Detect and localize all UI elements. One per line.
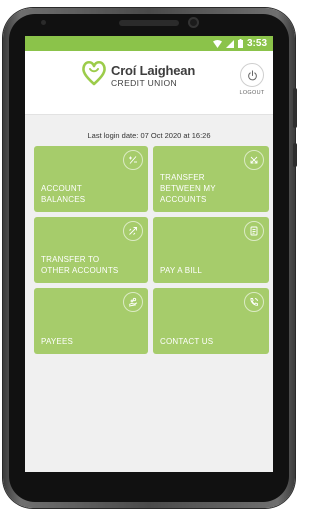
logo: Croí Laighean CREDIT UNION — [81, 59, 195, 92]
power-icon — [240, 63, 264, 87]
tile-label: TRANSFER BETWEEN MY ACCOUNTS — [160, 173, 216, 204]
status-bar: 3:53 — [25, 36, 273, 51]
status-time: 3:53 — [246, 38, 267, 49]
app-screen: 3:53 Croí Laighean CREDIT UNION LOGOUT L… — [25, 36, 273, 472]
power-button — [293, 143, 297, 167]
phone-icon — [244, 292, 264, 312]
tile-label: PAYEES — [41, 337, 74, 346]
tile-pay-a-bill[interactable]: PAY A BILL — [153, 217, 269, 283]
battery-icon — [237, 39, 243, 48]
logo-name: Croí Laighean — [111, 62, 196, 78]
heart-logo-icon — [81, 59, 107, 92]
swap-arrows-icon — [244, 150, 264, 170]
tile-contact-us[interactable]: CONTACT US — [153, 288, 269, 354]
plus-minus-icon — [123, 150, 143, 170]
bill-icon — [244, 221, 264, 241]
signal-icon — [225, 39, 234, 48]
wifi-icon — [212, 39, 222, 48]
app-header: Croí Laighean CREDIT UNION LOGOUT — [25, 51, 273, 115]
logo-subtitle: CREDIT UNION — [111, 77, 178, 88]
last-login-text: Last login date: 07 Oct 2020 at 16:26 — [87, 131, 211, 140]
tile-payees[interactable]: PAYEES — [34, 288, 148, 354]
volume-button — [293, 88, 297, 128]
tile-label: TRANSFER TO OTHER ACCOUNTS — [41, 255, 119, 275]
sensor — [41, 20, 46, 25]
menu-tiles: ACCOUNT BALANCES TRANSFER BETWEEN MY ACC… — [34, 146, 272, 354]
earpiece-speaker — [119, 20, 179, 26]
tile-transfer-other-accounts[interactable]: TRANSFER TO OTHER ACCOUNTS — [34, 217, 148, 283]
tile-label: PAY A BILL — [160, 266, 203, 275]
tile-account-balances[interactable]: ACCOUNT BALANCES — [34, 146, 148, 212]
logout-label: LOGOUT — [239, 90, 265, 96]
hand-coins-icon — [123, 292, 143, 312]
logout-button[interactable]: LOGOUT — [237, 63, 267, 96]
transfer-arrows-icon — [123, 221, 143, 241]
tile-label: CONTACT US — [160, 337, 214, 346]
tile-transfer-between-accounts[interactable]: TRANSFER BETWEEN MY ACCOUNTS — [153, 146, 269, 212]
tile-label: ACCOUNT BALANCES — [41, 184, 86, 204]
front-camera — [188, 17, 199, 28]
